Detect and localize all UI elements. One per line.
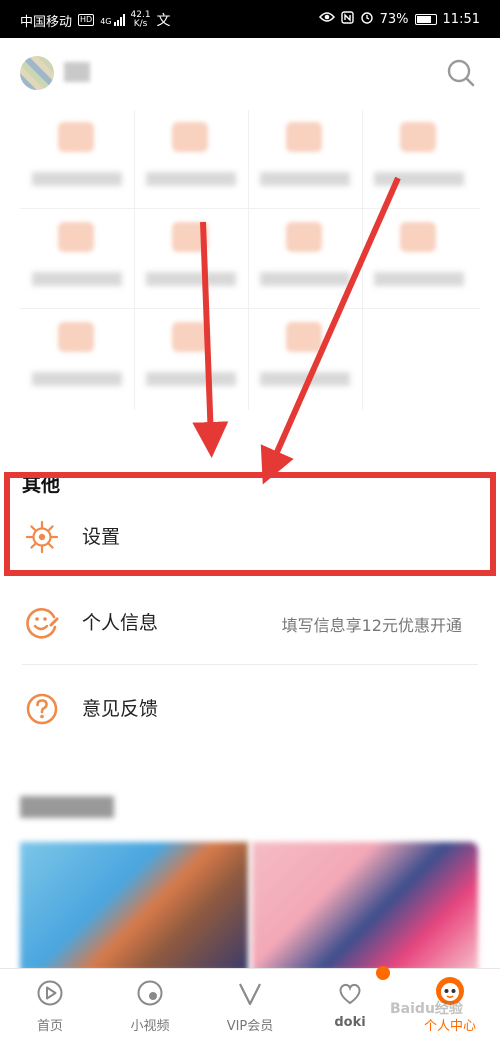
grid-item[interactable] [20, 110, 132, 208]
blurred-label [146, 172, 236, 186]
nfc-text-icon: 文 [156, 13, 171, 29]
grid-divider [20, 208, 480, 209]
blurred-icon [286, 222, 322, 252]
heart-icon [336, 979, 364, 1007]
tab-home[interactable]: 首页 [0, 969, 100, 1038]
grid-item[interactable] [248, 210, 360, 308]
blurred-icon [58, 222, 94, 252]
avatar[interactable] [20, 56, 54, 90]
grid-item[interactable] [362, 210, 474, 308]
grid-item[interactable] [20, 210, 132, 308]
grid-item[interactable] [20, 310, 132, 408]
feedback-row[interactable]: 意见反馈 [0, 666, 500, 752]
blurred-label [260, 172, 350, 186]
blurred-label [374, 272, 464, 286]
alarm-icon [360, 10, 374, 28]
v-icon [236, 979, 264, 1007]
blurred-icon [172, 122, 208, 152]
blurred-label [32, 172, 122, 186]
personal-info-promo: 填写信息享12元优惠开通 [281, 616, 462, 635]
bubble-icon [136, 979, 164, 1007]
eye-icon [318, 11, 335, 27]
play-circle-icon [36, 979, 64, 1007]
blurred-icon [58, 122, 94, 152]
blurred-icon [400, 222, 436, 252]
tab-label: 首页 [36, 1019, 63, 1034]
blurred-label [260, 272, 350, 286]
status-bar: 中国移动 HD 4G 42.1 K/s 文 73% 11:51 [0, 0, 500, 38]
annotation-highlight-box [4, 472, 496, 576]
battery-icon [414, 13, 437, 25]
tab-label: 小视频 [130, 1019, 170, 1034]
blurred-icon [286, 122, 322, 152]
row-divider [22, 664, 478, 665]
clock-time: 11:51 [442, 11, 480, 27]
smile-edit-icon [24, 605, 60, 641]
blurred-icon [172, 322, 208, 352]
search-icon[interactable] [446, 58, 476, 88]
blurred-icon [400, 122, 436, 152]
tab-label: doki [334, 1015, 366, 1030]
grid-item[interactable] [248, 310, 360, 408]
blurred-icon [58, 322, 94, 352]
nfc-icon [340, 10, 354, 28]
blurred-icon [172, 222, 208, 252]
feedback-label: 意见反馈 [82, 698, 159, 720]
notification-dot [376, 966, 390, 980]
blurred-icon [286, 322, 322, 352]
grid-item[interactable] [134, 310, 246, 408]
banner-card[interactable] [20, 842, 248, 972]
question-icon [24, 691, 60, 727]
tab-vip[interactable]: VIP会员 [200, 969, 300, 1038]
baidu-watermark: Baidu经验 [390, 1001, 463, 1017]
net-speed: 42.1 K/s [130, 10, 151, 29]
blurred-label [32, 272, 122, 286]
grid-item[interactable] [248, 110, 360, 208]
tab-short-video[interactable]: 小视频 [100, 969, 200, 1038]
blurred-label [374, 172, 464, 186]
tab-label: VIP会员 [226, 1019, 274, 1034]
section-title-blurred [20, 796, 114, 818]
personal-info-label: 个人信息 [82, 612, 159, 634]
carrier-name: 中国移动 [20, 14, 73, 30]
blurred-label [32, 372, 122, 386]
battery-percent: 73% [379, 11, 409, 27]
grid-item[interactable] [134, 210, 246, 308]
blurred-label [146, 372, 236, 386]
grid-divider [20, 308, 480, 309]
blurred-label [260, 372, 350, 386]
grid-item[interactable] [362, 110, 474, 208]
banner-card[interactable] [252, 842, 478, 972]
signal-icon: 4G [100, 14, 125, 26]
nickname-blurred[interactable] [64, 62, 90, 82]
feature-grid-blurred [20, 110, 480, 410]
hd-badge: HD [78, 14, 95, 26]
grid-item[interactable] [134, 110, 246, 208]
personal-info-row[interactable]: 个人信息 填写信息享12元优惠开通 [0, 580, 500, 666]
blurred-label [146, 272, 236, 286]
